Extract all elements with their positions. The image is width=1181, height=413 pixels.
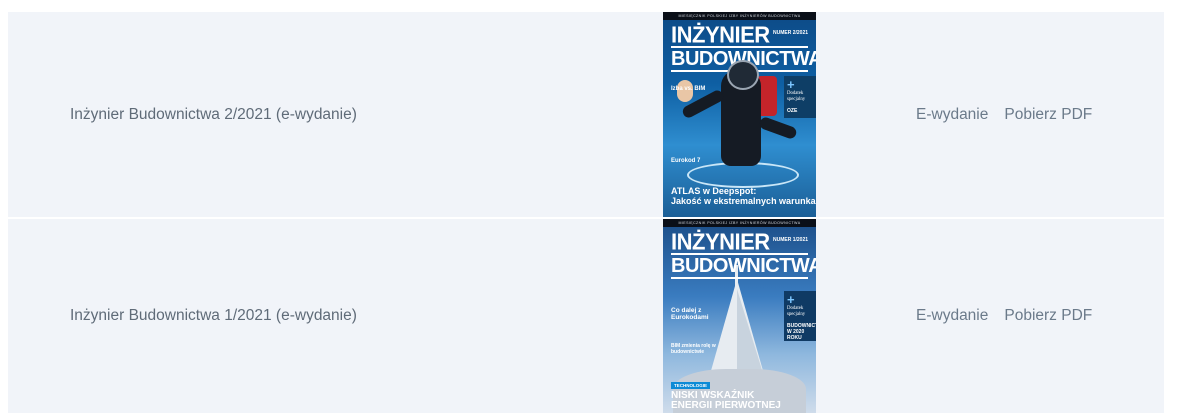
download-pdf-link[interactable]: Pobierz PDF [1004, 106, 1092, 123]
diver-mask [727, 60, 759, 90]
cover-note: Eurokod 7 [671, 158, 701, 164]
issue-row: Inżynier Budownictwa 1/2021 (e-wydanie) … [8, 219, 1164, 413]
cover-tag: TECHNOLOGIE [671, 382, 711, 389]
cover-note: Izba vs. BIM [671, 86, 706, 92]
cover-issue-number: NUMER 2/2021 [772, 30, 808, 36]
issue-row: Inżynier Budownictwa 2/2021 (e-wydanie) … [8, 12, 1164, 217]
diver-arm [758, 115, 798, 141]
ewydanie-link[interactable]: E-wydanie [916, 106, 988, 123]
cover-headline: ATLAS w Deepspot: [671, 186, 757, 196]
issue-cover-image[interactable]: MIESIĘCZNIK POLSKIEJ IZBY INŻYNIERÓW BUD… [663, 219, 816, 413]
issue-actions: E-wydanie Pobierz PDF [916, 106, 1092, 124]
download-pdf-link[interactable]: Pobierz PDF [1004, 307, 1092, 324]
cover-headline: Jakość w ekstremalnych warunkach [671, 196, 816, 206]
cover-headline: ENERGII PIERWOTNEJ [671, 400, 781, 411]
cover-masthead: INŻYNIER [671, 228, 770, 255]
cover-strip: MIESIĘCZNIK POLSKIEJ IZBY INŻYNIERÓW BUD… [663, 219, 816, 227]
cover-strip: MIESIĘCZNIK POLSKIEJ IZBY INŻYNIERÓW BUD… [663, 12, 816, 20]
plus-icon: + [787, 292, 795, 307]
issue-title: Inżynier Budownictwa 1/2021 (e-wydanie) [70, 307, 357, 324]
cover-supplement-box: + Dodatek specjalny BUDOWNICTWO W 2020 R… [784, 291, 816, 341]
issue-title: Inżynier Budownictwa 2/2021 (e-wydanie) [70, 105, 357, 123]
ewydanie-link[interactable]: E-wydanie [916, 307, 988, 324]
cover-note: BIM zmienia rolę w budownictwie [671, 343, 716, 355]
cover-masthead-sub: BUDOWNICTWA [671, 253, 816, 279]
issue-cover-image[interactable]: MIESIĘCZNIK POLSKIEJ IZBY INŻYNIERÓW BUD… [663, 12, 816, 217]
cover-note: Co dalej z Eurokodami [671, 307, 709, 321]
cover-supplement-box: + Dodatek specjalny OZE [784, 76, 816, 118]
cover-masthead: INŻYNIER [671, 21, 770, 48]
issue-actions: E-wydanie Pobierz PDF [916, 307, 1092, 325]
plus-icon: + [787, 77, 795, 92]
cover-issue-number: NUMER 1/2021 [772, 237, 808, 243]
issue-list: Inżynier Budownictwa 2/2021 (e-wydanie) … [0, 0, 1181, 413]
